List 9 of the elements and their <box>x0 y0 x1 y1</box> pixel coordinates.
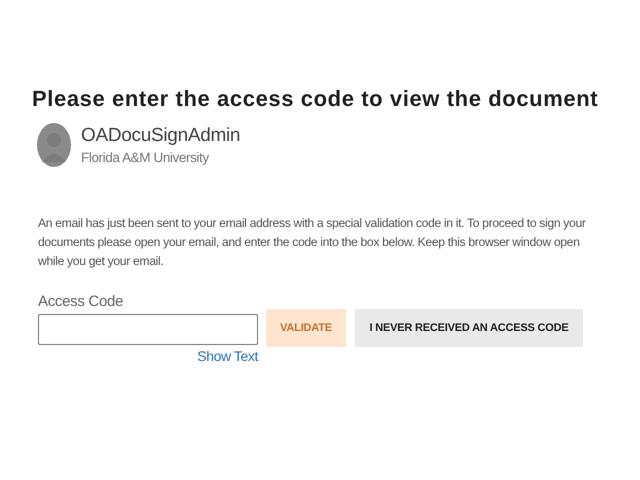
show-text-link[interactable]: Show Text <box>197 348 258 364</box>
sender-organization: Florida A&M University <box>81 150 210 165</box>
access-code-field[interactable] <box>38 314 258 345</box>
avatar-icon <box>37 122 71 168</box>
page-heading: Please enter the access code to view the document <box>32 86 598 112</box>
instruction-text: An email has just been sent to your email address with a special validation code in it. To proceed to sign your documents please open your email, and enter the code into the box below. Keep this browser window open while you get your email. <box>38 215 586 270</box>
sender-name: OADocuSignAdmin <box>81 125 240 147</box>
no-code-button[interactable]: I NEVER RECEIVED AN ACCESS CODE <box>355 309 583 347</box>
field-label: Access Code <box>38 293 124 310</box>
